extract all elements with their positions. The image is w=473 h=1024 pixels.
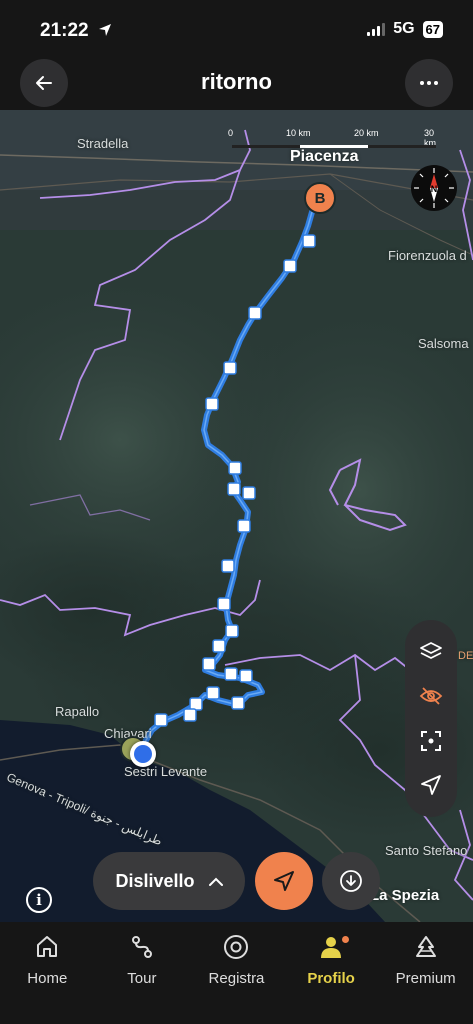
status-indicators: 5G 67 [367,20,443,38]
more-button[interactable] [405,59,453,107]
compass-north-label: N [431,184,438,194]
nav-label: Premium [395,970,456,987]
more-icon [420,81,438,85]
nav-tour[interactable]: Tour [95,922,190,1024]
route-icon [131,936,152,958]
map-controls [405,620,457,817]
map-view[interactable]: 0 10 km 20 km 30 km Stradella Piacenza F… [0,110,473,922]
nav-premium[interactable]: Premium [378,922,473,1024]
battery-icon: 67 [422,20,443,38]
navigation-arrow-icon [421,774,441,795]
clock: 21:22 [40,20,89,41]
navigation-arrow-icon [274,871,294,891]
scale-label: 10 km [286,128,311,138]
download-button[interactable] [322,852,380,910]
place-label: Stradella [77,136,129,151]
nav-label: Home [27,970,68,987]
nav-label: Tour [127,970,157,987]
nav-profilo[interactable]: Profilo [284,922,379,1024]
bottom-nav: Home Tour Registra Profilo Premium [0,922,473,1024]
navigate-button[interactable] [255,852,313,910]
elevation-button[interactable]: Dislivello [93,852,245,910]
nav-registra[interactable]: Registra [189,922,284,1024]
compass-button[interactable]: N [411,165,457,211]
elevation-label: Dislivello [115,870,195,891]
chevron-up-icon [208,877,223,886]
place-label: Santo Stefano [385,843,468,858]
place-label: DE [458,650,473,662]
record-icon [224,935,249,959]
info-button[interactable]: i [26,887,52,913]
nav-label: Registra [208,970,265,987]
place-label: Rapallo [55,704,100,719]
status-time: 21:22 [40,20,112,42]
network-type: 5G [393,20,415,37]
place-label: Piacenza [290,148,359,165]
info-icon: i [36,891,42,909]
scale-label: 0 [228,128,234,138]
signal-icon [367,22,386,36]
focus-frame-icon [421,730,441,751]
locate-button[interactable] [411,765,451,805]
status-bar: 21:22 5G 67 [0,0,473,58]
place-label: Salsoma [418,336,469,351]
current-location-dot [130,741,156,767]
notification-dot [341,936,349,943]
nav-home[interactable]: Home [0,922,95,1024]
place-label: La Spezia [370,887,440,904]
download-icon [340,870,362,892]
home-icon [37,936,58,957]
place-label: Sestri Levante [124,764,208,779]
header: ritorno [0,58,473,110]
route-end-marker[interactable]: B [304,182,336,214]
layers-button[interactable] [411,632,451,672]
page-title: ritorno [201,69,272,94]
focus-button[interactable] [411,721,451,761]
mountain-icon [415,936,436,957]
nav-label: Profilo [307,970,355,987]
eye-off-icon [419,687,443,706]
place-label: Fiorenzuola d [388,248,467,263]
end-marker-label: B [314,189,326,207]
hide-poi-button[interactable] [411,676,451,716]
scale-label: 20 km [354,128,379,138]
location-arrow-icon [98,24,111,36]
profile-icon [321,937,342,958]
compass-icon: N [414,168,454,208]
layers-icon [420,642,442,660]
